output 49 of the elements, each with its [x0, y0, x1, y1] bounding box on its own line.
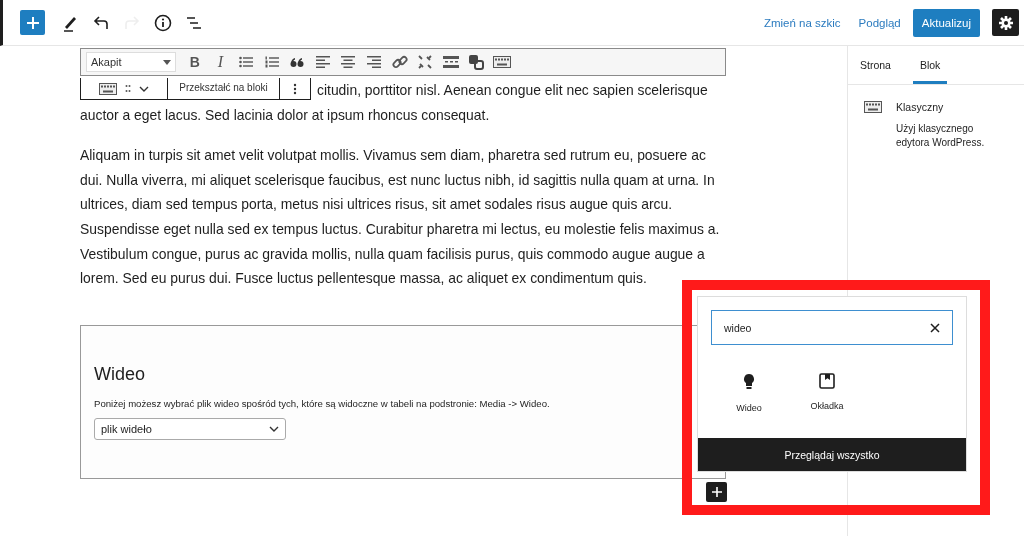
keyboard-icon — [492, 56, 511, 68]
keyboard-icon — [99, 82, 117, 95]
block-description: Użyj klasycznego edytora WordPress. — [896, 122, 986, 150]
close-icon — [930, 322, 940, 333]
bold-button[interactable]: B — [183, 51, 207, 73]
sidebar-tab[interactable]: Blok — [912, 46, 948, 84]
block-title: Wideo — [94, 363, 147, 385]
link-button[interactable]: Podgląd — [849, 7, 910, 38]
align-center-icon — [341, 56, 356, 68]
search-field[interactable]: wideo — [711, 310, 953, 345]
gear-icon — [997, 14, 1014, 31]
link-icon — [391, 54, 408, 70]
dropdown-arrow-icon — [163, 59, 171, 65]
settings-button[interactable] — [992, 9, 1019, 36]
lightbulb-icon — [743, 373, 755, 391]
plus-icon — [711, 487, 722, 497]
toolbar-toggle-icon — [468, 54, 485, 70]
paragraph: Aliquam in turpis sit amet velit volutpat mollis. Vivamus sem diam, pharetra sed rutrum eu, posuere ac dui. Nulla viverra, mi aliquet scelerisque faucibus, est nunc luctus nibh, id sagittis nulla quam at urna. In ultrices, diam sed tempus porta, metus nisi ultrices risus, sit amet sodales risus augue quis arcu. Suspendisse eget nulla sed ex tempus luctus. Curabitur pharetra mi lectus, eu molestie felis maximus a. Vestibulum congue, purus ac gravida mollis, nulla quam facilisis purus, quis commodo augue augue a lorem. Sed eu purus dui. Fusce luctus pellentesque massa, ac aliquet ex condimentum quis. — [80, 146, 721, 289]
more-icon — [293, 82, 297, 95]
list-view-icon — [185, 15, 202, 30]
keyboard-icon — [864, 101, 882, 113]
undo-icon — [92, 15, 109, 30]
chevron-down-icon — [269, 425, 279, 432]
block-result[interactable]: Wideo — [714, 373, 784, 438]
align-left-icon — [315, 56, 330, 68]
block-description: Poniżej możesz wybrać plik wideo spośród tych, które są widoczne w tabeli na podstronie: Media -> Wideo. — [94, 397, 551, 409]
browse-all-button[interactable]: Przeglądaj wszystko — [698, 438, 966, 471]
block-name: Klasyczny — [896, 101, 945, 113]
bookmark-icon — [819, 373, 835, 389]
update-button[interactable]: Aktualizuj — [912, 8, 980, 37]
convert-to-blocks-button[interactable]: Przekształć na bloki — [168, 78, 280, 99]
read-more-icon — [442, 56, 459, 68]
info-icon — [153, 13, 172, 32]
quote-icon — [290, 56, 305, 68]
paragraph: Przekształć na bloki citudin, porttitor nisl. Aenean congue elit nec sapien scelerisque auctor a eget lacus. Sed lacinia dolor at ipsum rhoncus consequat. — [80, 78, 726, 128]
bullet-list-icon — [239, 56, 253, 68]
sidebar-tab[interactable]: Strona — [853, 46, 898, 84]
align-right-icon — [366, 56, 381, 68]
unlink-icon — [417, 54, 434, 70]
drag-handle-icon — [125, 83, 131, 94]
add-block-button[interactable] — [706, 482, 727, 502]
italic-button[interactable]: I — [208, 51, 233, 73]
plus-icon — [25, 15, 40, 30]
format-dropdown[interactable]: Akapit — [86, 52, 176, 72]
video-select[interactable]: plik wideło — [94, 417, 286, 440]
chevron-down-icon — [139, 85, 149, 92]
link-button[interactable]: Zmień na szkic — [754, 7, 850, 38]
block-result[interactable]: Okładka — [792, 373, 862, 438]
numbered-list-icon — [264, 56, 279, 68]
